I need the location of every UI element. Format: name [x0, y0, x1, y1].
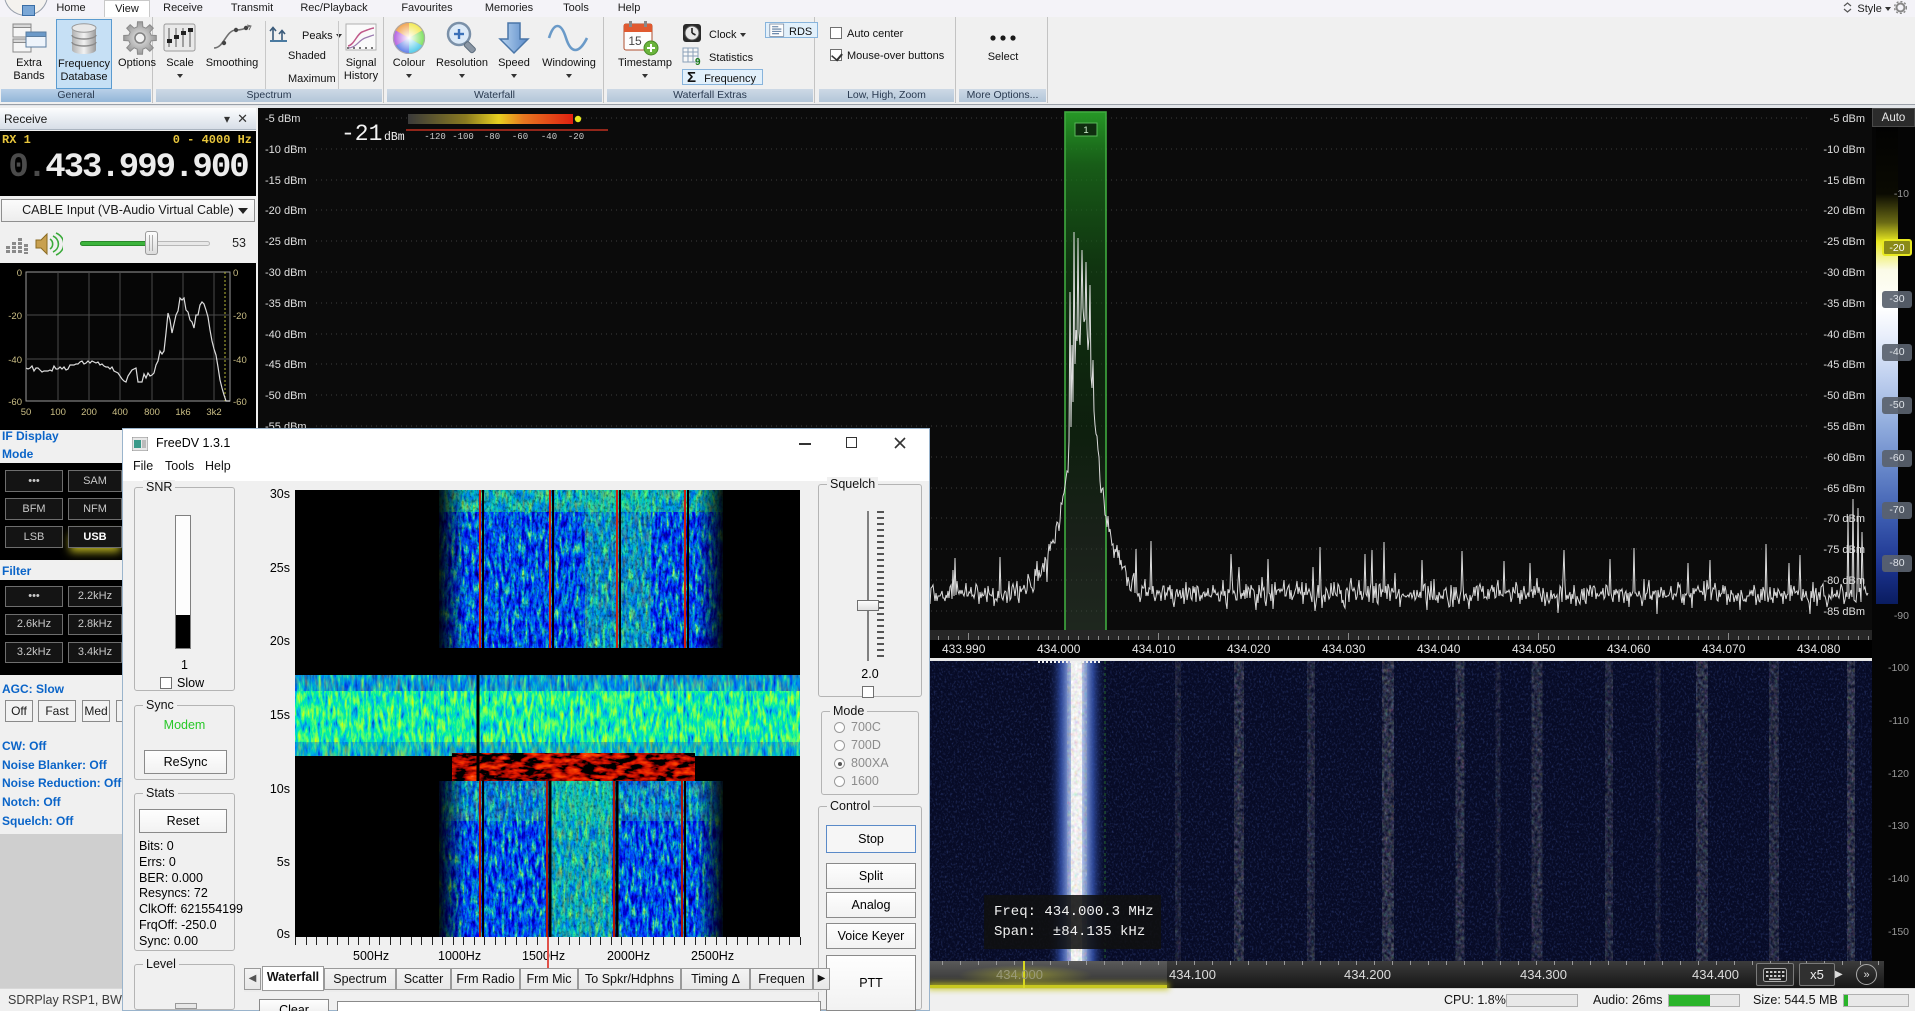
svg-text:-25 dBm: -25 dBm — [265, 236, 307, 248]
svg-text:0: 0 — [17, 268, 22, 279]
svg-text:-35 dBm: -35 dBm — [1823, 298, 1865, 310]
svg-text:0: 0 — [233, 268, 238, 279]
svg-text:-30 dBm: -30 dBm — [1823, 267, 1865, 279]
svg-text:-5 dBm: -5 dBm — [1830, 113, 1865, 125]
svg-text:-20 dBm: -20 dBm — [265, 205, 307, 217]
svg-text:-50 dBm: -50 dBm — [1823, 390, 1865, 402]
svg-text:200: 200 — [81, 407, 97, 418]
svg-text:-45 dBm: -45 dBm — [1823, 359, 1865, 371]
svg-text:1k6: 1k6 — [175, 407, 190, 418]
svg-text:-120: -120 — [424, 132, 446, 142]
svg-text:3k2: 3k2 — [206, 407, 221, 418]
svg-text:-60: -60 — [512, 132, 528, 142]
svg-text:-15 dBm: -15 dBm — [265, 175, 307, 187]
svg-text:dBm: dBm — [384, 131, 405, 144]
svg-text:-10 dBm: -10 dBm — [1823, 144, 1865, 156]
svg-text:-45 dBm: -45 dBm — [265, 359, 307, 371]
svg-text:-40 dBm: -40 dBm — [265, 329, 307, 341]
svg-text:-50 dBm: -50 dBm — [265, 390, 307, 402]
svg-text:-20: -20 — [8, 311, 22, 322]
svg-text:-21: -21 — [341, 121, 382, 147]
svg-text:-60: -60 — [233, 397, 247, 408]
svg-text:-30 dBm: -30 dBm — [265, 267, 307, 279]
svg-text:-35 dBm: -35 dBm — [265, 298, 307, 310]
svg-text:-15 dBm: -15 dBm — [1823, 175, 1865, 187]
svg-text:-40: -40 — [233, 355, 247, 366]
svg-text:-40: -40 — [8, 355, 22, 366]
svg-text:-70 dBm: -70 dBm — [1823, 513, 1865, 525]
svg-text:-20: -20 — [233, 311, 247, 322]
svg-text:100: 100 — [50, 407, 66, 418]
svg-text:-40: -40 — [541, 132, 557, 142]
svg-text:15: 15 — [628, 34, 642, 48]
svg-text:-60 dBm: -60 dBm — [1823, 452, 1865, 464]
svg-text:-25 dBm: -25 dBm — [1823, 236, 1865, 248]
svg-text:-10 dBm: -10 dBm — [265, 144, 307, 156]
svg-text:-100: -100 — [452, 132, 474, 142]
svg-text:-40 dBm: -40 dBm — [1823, 329, 1865, 341]
svg-text:-20 dBm: -20 dBm — [1823, 205, 1865, 217]
svg-text:-80: -80 — [484, 132, 500, 142]
svg-text:50: 50 — [21, 407, 32, 418]
svg-text:800: 800 — [144, 407, 160, 418]
svg-text:-55 dBm: -55 dBm — [1823, 421, 1865, 433]
svg-text:-5 dBm: -5 dBm — [265, 113, 300, 125]
svg-text:-65 dBm: -65 dBm — [1823, 483, 1865, 495]
svg-text:-85 dBm: -85 dBm — [1823, 606, 1865, 618]
svg-text:1: 1 — [1083, 125, 1088, 136]
svg-text:-20: -20 — [568, 132, 584, 142]
svg-text:9: 9 — [695, 57, 701, 66]
svg-text:400: 400 — [112, 407, 128, 418]
